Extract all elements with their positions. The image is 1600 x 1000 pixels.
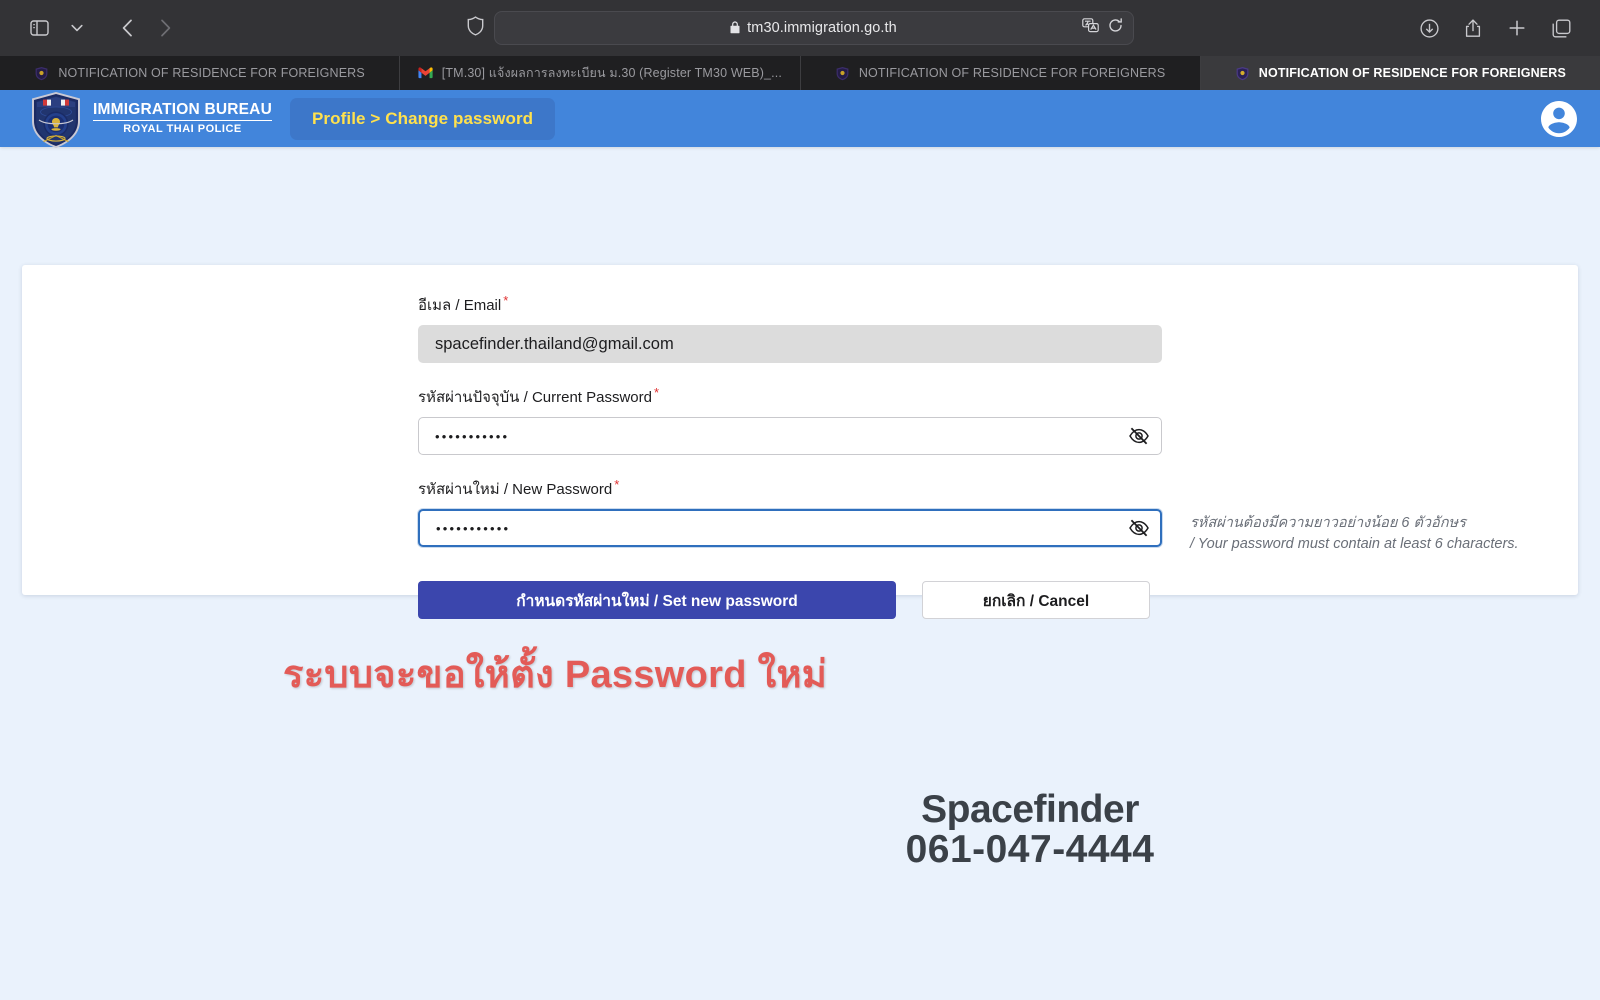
form-actions: กำหนดรหัสผ่านใหม่ / Set new password ยกเ… (418, 581, 1558, 620)
forward-arrow-icon (148, 12, 182, 44)
brand-text: IMMIGRATION BUREAU ROYAL THAI POLICE (93, 100, 272, 136)
plus-icon[interactable] (1500, 12, 1534, 44)
url-input[interactable]: tm30.immigration.go.th (493, 11, 1134, 45)
tab-title: NOTIFICATION OF RESIDENCE FOR FOREIGNERS (58, 66, 365, 80)
browser-chrome: tm30.immigration.go.th NOTIFICATION OF R… (0, 0, 1600, 90)
sidebar-toggle-icon[interactable] (22, 12, 56, 44)
current-password-label: รหัสผ่านปัจจุบัน / Current Password * (418, 385, 1558, 409)
cancel-button[interactable]: ยกเลิก / Cancel (922, 581, 1150, 620)
current-password-value: ••••••••••• (435, 428, 510, 444)
toolbar-left-group (22, 12, 182, 44)
brand-line-1: IMMIGRATION BUREAU (93, 100, 272, 118)
browser-tab[interactable]: NOTIFICATION OF RESIDENCE FOR FOREIGNERS (800, 56, 1201, 90)
toolbar-right-group (1412, 12, 1578, 44)
chevron-down-icon[interactable] (60, 12, 94, 44)
download-icon[interactable] (1412, 12, 1446, 44)
watermark-phone: 061-047-4444 (905, 828, 1155, 871)
breadcrumb-change-password[interactable]: Profile > Change password (289, 97, 556, 140)
back-arrow-icon[interactable] (110, 12, 144, 44)
password-hint-line-1: รหัสผ่านต้องมีความยาวอย่างน้อย 6 ตัวอักษ… (1190, 515, 1466, 531)
eye-off-icon[interactable] (1128, 417, 1150, 455)
privacy-shield-icon[interactable] (467, 15, 484, 41)
tab-title: [TM.30] แจ้งผลการลงทะเบียน ม.30 (Registe… (441, 66, 783, 80)
tab-strip: NOTIFICATION OF RESIDENCE FOR FOREIGNERS… (0, 56, 1600, 90)
browser-tab[interactable]: [TM.30] แจ้งผลการลงทะเบียน ม.30 (Registe… (400, 56, 801, 90)
new-password-label: รหัสผ่านใหม่ / New Password * (418, 477, 1558, 501)
spacefinder-watermark: Spacefinder 061-047-4444 (895, 788, 1165, 872)
immigration-bureau-badge-icon (30, 91, 82, 149)
email-label: อีเมล / Email * (418, 293, 1558, 317)
email-input: spacefinder.thailand@gmail.com (418, 325, 1162, 363)
new-password-input[interactable]: ••••••••••• (418, 509, 1162, 547)
red-annotation-note: ระบบจะขอให้ตั้ง Password ใหม่ (283, 654, 828, 696)
gmail-icon (418, 66, 433, 81)
required-marker: * (503, 293, 509, 308)
new-password-value: ••••••••••• (436, 520, 511, 536)
tab-title: NOTIFICATION OF RESIDENCE FOR FOREIGNERS (1258, 66, 1566, 80)
brand-divider (93, 119, 272, 121)
immigration-badge-icon (1235, 66, 1250, 81)
required-marker: * (654, 385, 660, 400)
change-password-form: อีเมล / Email * spacefinder.thailand@gma… (418, 293, 1558, 620)
browser-toolbar: tm30.immigration.go.th (0, 0, 1600, 56)
lock-icon (730, 20, 740, 36)
watermark-name: Spacefinder (921, 788, 1139, 831)
address-bar-area: tm30.immigration.go.th (0, 11, 1600, 45)
eye-off-icon[interactable] (1128, 509, 1150, 547)
reload-icon[interactable] (1108, 18, 1123, 38)
required-marker: * (614, 477, 620, 492)
account-circle-icon[interactable] (1540, 100, 1578, 138)
new-password-label-text: รหัสผ่านใหม่ / New Password (418, 481, 613, 498)
password-hint: รหัสผ่านต้องมีความยาวอย่างน้อย 6 ตัวอักษ… (1190, 509, 1519, 555)
email-label-text: อีเมล / Email (418, 297, 502, 314)
current-password-field-shell: ••••••••••• (418, 417, 1162, 455)
current-password-input[interactable]: ••••••••••• (418, 417, 1162, 455)
immigration-badge-icon (835, 66, 850, 81)
page-content: IMMIGRATION BUREAU ROYAL THAI POLICE Pro… (0, 90, 1600, 1000)
new-password-row: ••••••••••• รหัสผ่านต้องมีความยาวอย่างน้… (418, 509, 1558, 555)
browser-tab[interactable]: NOTIFICATION OF RESIDENCE FOR FOREIGNERS (0, 56, 401, 90)
immigration-badge-icon (34, 66, 49, 81)
tab-title: NOTIFICATION OF RESIDENCE FOR FOREIGNERS (858, 66, 1166, 80)
brand-logo: IMMIGRATION BUREAU ROYAL THAI POLICE (30, 90, 272, 149)
translate-icon[interactable] (1081, 18, 1099, 38)
brand-line-2: ROYAL THAI POLICE (123, 122, 242, 135)
url-text: tm30.immigration.go.th (747, 20, 897, 36)
set-new-password-button[interactable]: กำหนดรหัสผ่านใหม่ / Set new password (418, 581, 896, 620)
browser-tab-active[interactable]: NOTIFICATION OF RESIDENCE FOR FOREIGNERS (1200, 56, 1600, 90)
new-password-field-shell: ••••••••••• (418, 509, 1162, 547)
share-icon[interactable] (1456, 12, 1490, 44)
email-field-shell: spacefinder.thailand@gmail.com (418, 325, 1162, 363)
change-password-card: อีเมล / Email * spacefinder.thailand@gma… (22, 265, 1578, 620)
site-header: IMMIGRATION BUREAU ROYAL THAI POLICE Pro… (0, 90, 1600, 149)
current-password-label-text: รหัสผ่านปัจจุบัน / Current Password (418, 389, 652, 406)
password-hint-line-2: / Your password must contain at least 6 … (1190, 536, 1519, 553)
tab-overview-icon[interactable] (1544, 12, 1578, 44)
